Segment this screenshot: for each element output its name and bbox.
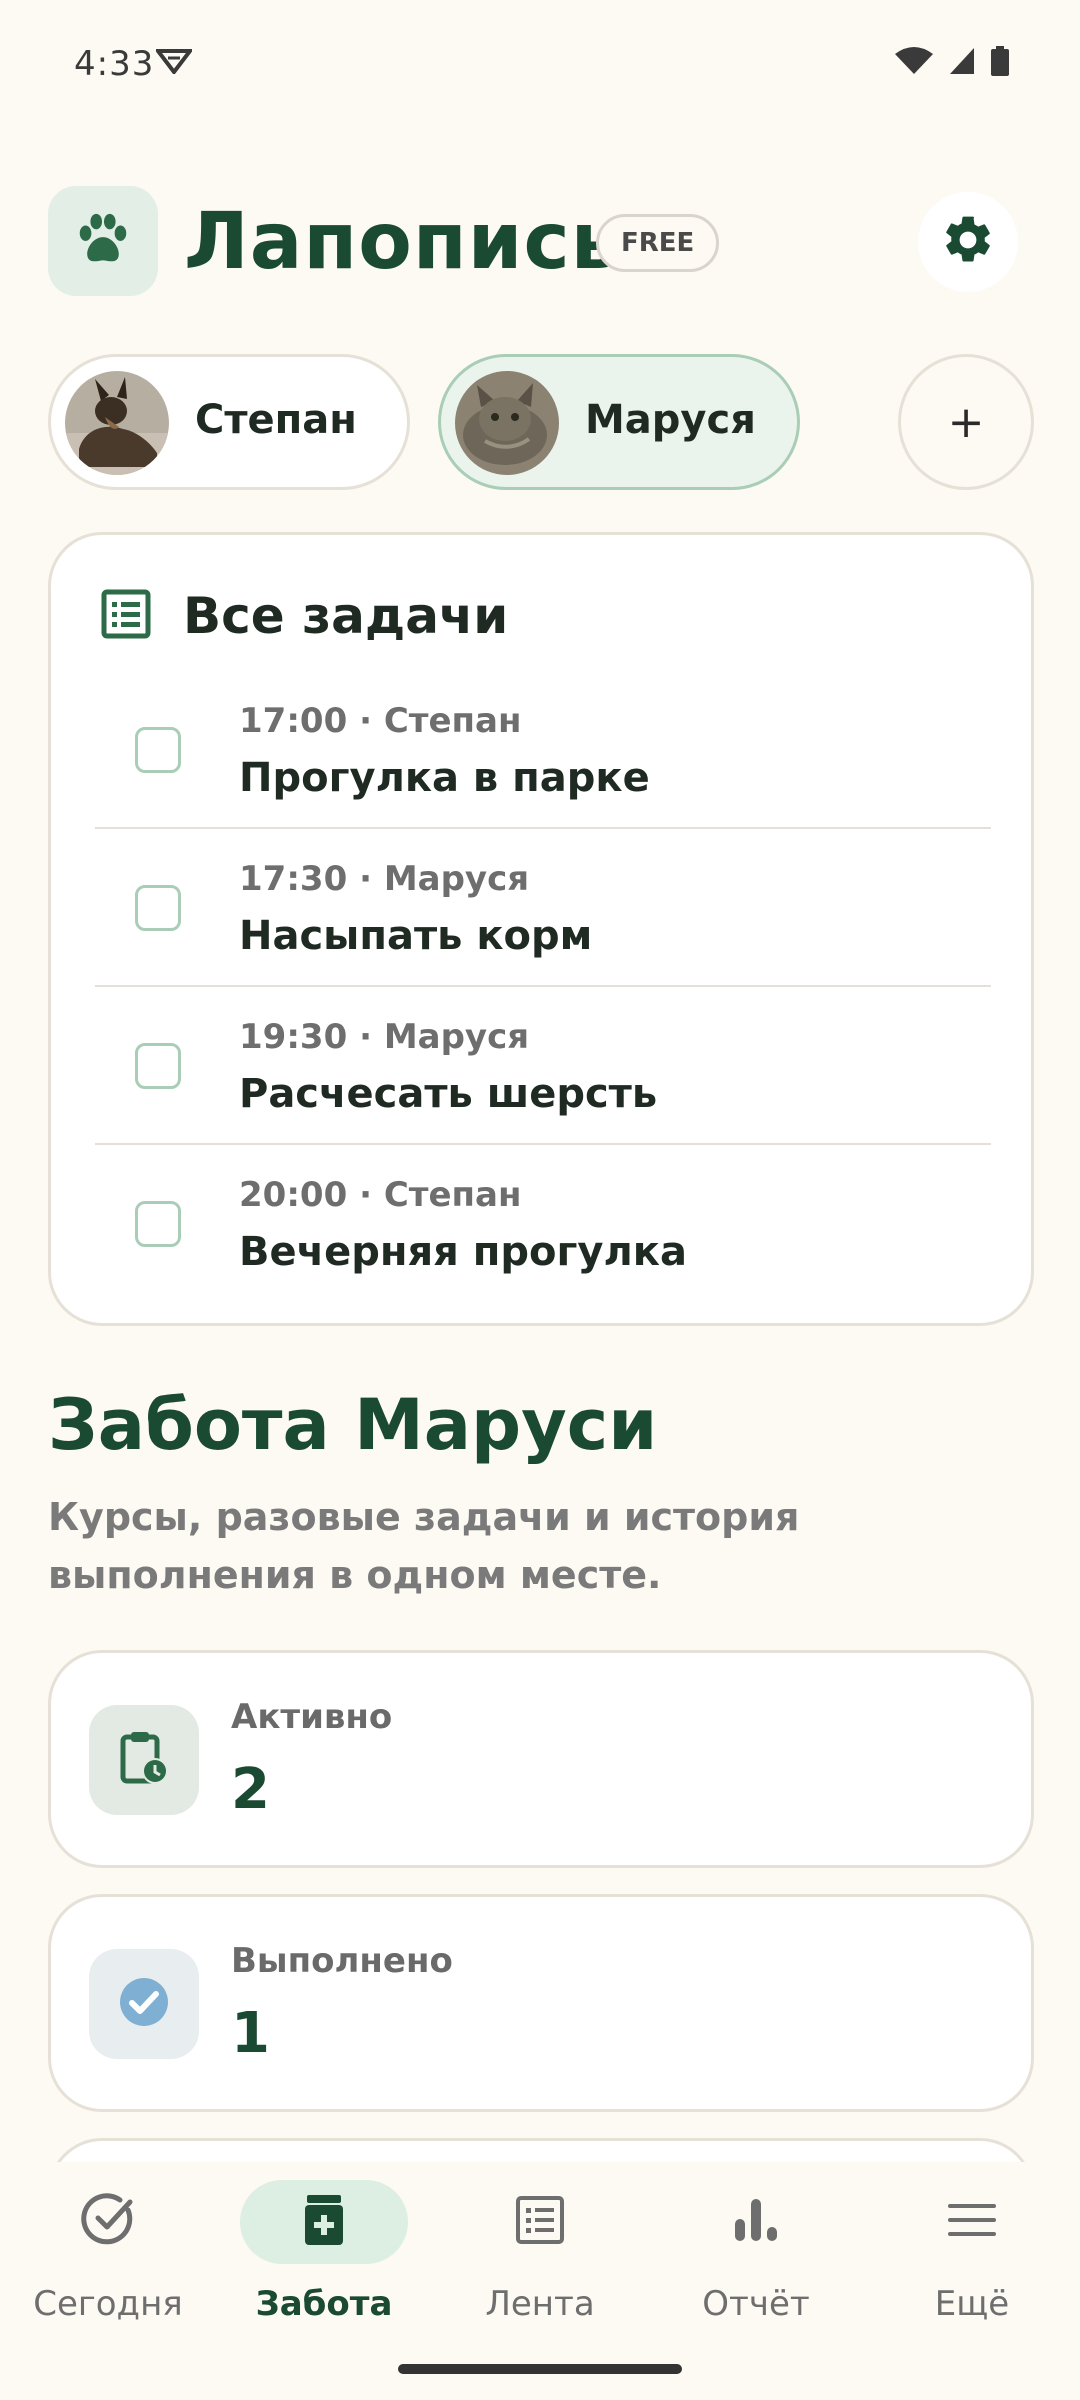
all-tasks-header: Все задачи (101, 587, 508, 645)
task-row[interactable]: 17:00 · Степан Прогулка в парке (95, 671, 991, 829)
stat-value: 2 (231, 1757, 270, 1822)
pet-chip-stepan[interactable]: Степан (48, 354, 410, 490)
all-tasks-title: Все задачи (183, 587, 509, 645)
clipboard-clock-icon (117, 1729, 171, 1791)
task-title: Прогулка в парке (239, 755, 650, 801)
status-icons (894, 46, 1010, 80)
task-meta: 19:30 · Маруся (239, 1017, 530, 1057)
task-title: Расчесать шерсть (239, 1071, 658, 1117)
stat-icon-box (89, 1949, 199, 2059)
task-checkbox[interactable] (135, 727, 181, 773)
stat-value: 1 (231, 2001, 270, 2066)
nav-tab-more[interactable]: Ещё (864, 2180, 1080, 2330)
nav-tab-report[interactable]: Отчёт (648, 2180, 864, 2330)
medicine-icon (303, 2193, 345, 2251)
home-indicator[interactable] (398, 2364, 682, 2374)
care-section-subtitle: Курсы, разовые задачи и история выполнен… (48, 1495, 800, 1597)
task-checkbox[interactable] (135, 1043, 181, 1089)
stat-icon-box (89, 1705, 199, 1815)
nav-tab-care[interactable]: Забота (216, 2180, 432, 2330)
task-row[interactable]: 17:30 · Маруся Насыпать корм (95, 829, 991, 987)
nav-icon-wrap (888, 2180, 1056, 2264)
pet-name: Маруся (585, 397, 756, 443)
check-circle-outline-icon (80, 2192, 136, 2252)
bar-chart-icon (733, 2197, 779, 2247)
settings-button[interactable] (918, 192, 1018, 292)
task-title: Вечерняя прогулка (239, 1229, 687, 1275)
list-icon (515, 2195, 565, 2249)
task-row[interactable]: 19:30 · Маруся Расчесать шерсть (95, 987, 991, 1145)
stat-card-done[interactable]: Выполнено 1 (48, 1894, 1034, 2112)
pet-avatar-stepan (65, 371, 169, 475)
menu-icon (947, 2202, 997, 2242)
task-title: Насыпать корм (239, 913, 593, 959)
nav-label: Отчёт (702, 2284, 810, 2324)
nav-icon-wrap (456, 2180, 624, 2264)
wifi-icon (894, 46, 934, 80)
app-header: Лапопись FREE (48, 186, 1032, 298)
list-icon (101, 589, 151, 643)
nav-tab-feed[interactable]: Лента (432, 2180, 648, 2330)
task-checkbox[interactable] (135, 1201, 181, 1247)
all-tasks-card: Все задачи 17:00 · Степан Прогулка в пар… (48, 532, 1034, 1326)
stat-label: Выполнено (231, 1941, 453, 1981)
nav-icon-wrap (672, 2180, 840, 2264)
paw-icon (72, 208, 134, 274)
gear-icon (940, 212, 996, 272)
nav-icon-wrap (240, 2180, 408, 2264)
nav-label: Лента (485, 2284, 595, 2324)
check-circle-icon (118, 1976, 170, 2032)
vpn-icon (153, 48, 195, 78)
task-meta: 17:30 · Маруся (239, 859, 530, 899)
task-row[interactable]: 20:00 · Степан Вечерняя прогулка (95, 1145, 991, 1303)
task-meta: 20:00 · Степан (239, 1175, 522, 1215)
nav-label: Забота (255, 2284, 393, 2324)
stat-card-active[interactable]: Активно 2 (48, 1650, 1034, 1868)
battery-icon (990, 46, 1010, 80)
nav-icon-wrap (24, 2180, 192, 2264)
nav-label: Сегодня (33, 2284, 183, 2324)
pet-selector: Степан Маруся + (48, 354, 1034, 490)
status-bar: 4:33 (0, 0, 1080, 110)
nav-label: Ещё (934, 2284, 1010, 2324)
app-logo (48, 186, 158, 296)
app-title: Лапопись (184, 197, 621, 287)
stat-label: Активно (231, 1697, 393, 1737)
care-section-title: Забота Маруси (48, 1384, 658, 1466)
signal-icon (948, 46, 976, 80)
pet-name: Степан (195, 397, 357, 443)
pet-chip-marusya[interactable]: Маруся (438, 354, 800, 490)
add-pet-button[interactable]: + (898, 354, 1034, 490)
task-checkbox[interactable] (135, 885, 181, 931)
nav-tab-today[interactable]: Сегодня (0, 2180, 216, 2330)
pet-avatar-marusya (455, 371, 559, 475)
task-meta: 17:00 · Степан (239, 701, 522, 741)
status-time: 4:33 (74, 44, 155, 84)
plan-badge[interactable]: FREE (596, 214, 720, 272)
